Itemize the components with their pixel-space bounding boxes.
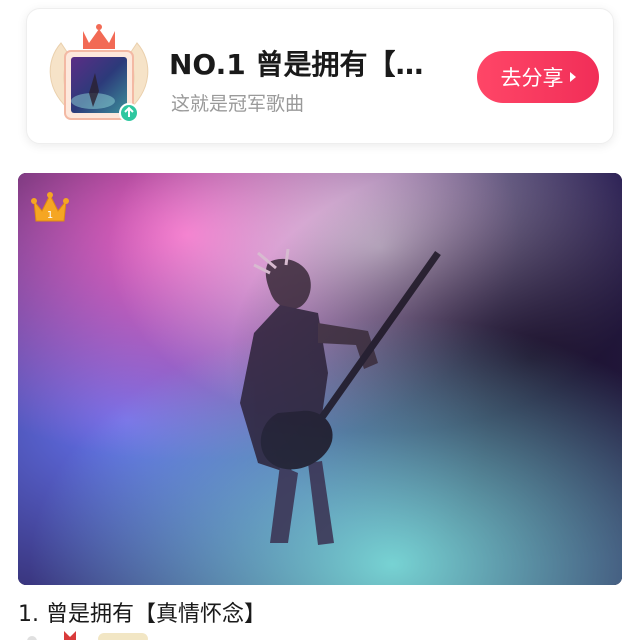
rank-number: 1 [47, 210, 53, 221]
cover-image[interactable]: 1 [18, 173, 622, 585]
song-title[interactable]: 1. 曾是拥有【真情怀念】 [18, 596, 266, 628]
banner-subtitle: 这就是冠军歌曲 [171, 93, 305, 115]
champion-banner: NO.1 曾是拥有【… 这就是冠军歌曲 去分享 [26, 8, 614, 144]
concert-photo [18, 173, 622, 585]
rank-crown-icon: 1 [30, 191, 70, 225]
share-button[interactable]: 去分享 [477, 51, 599, 103]
chevron-right-icon [569, 72, 576, 82]
banner-title: NO.1 曾是拥有【… [169, 48, 424, 81]
share-button-label: 去分享 [500, 66, 564, 90]
song-meta-icons [24, 628, 164, 640]
champion-badge [43, 21, 155, 131]
